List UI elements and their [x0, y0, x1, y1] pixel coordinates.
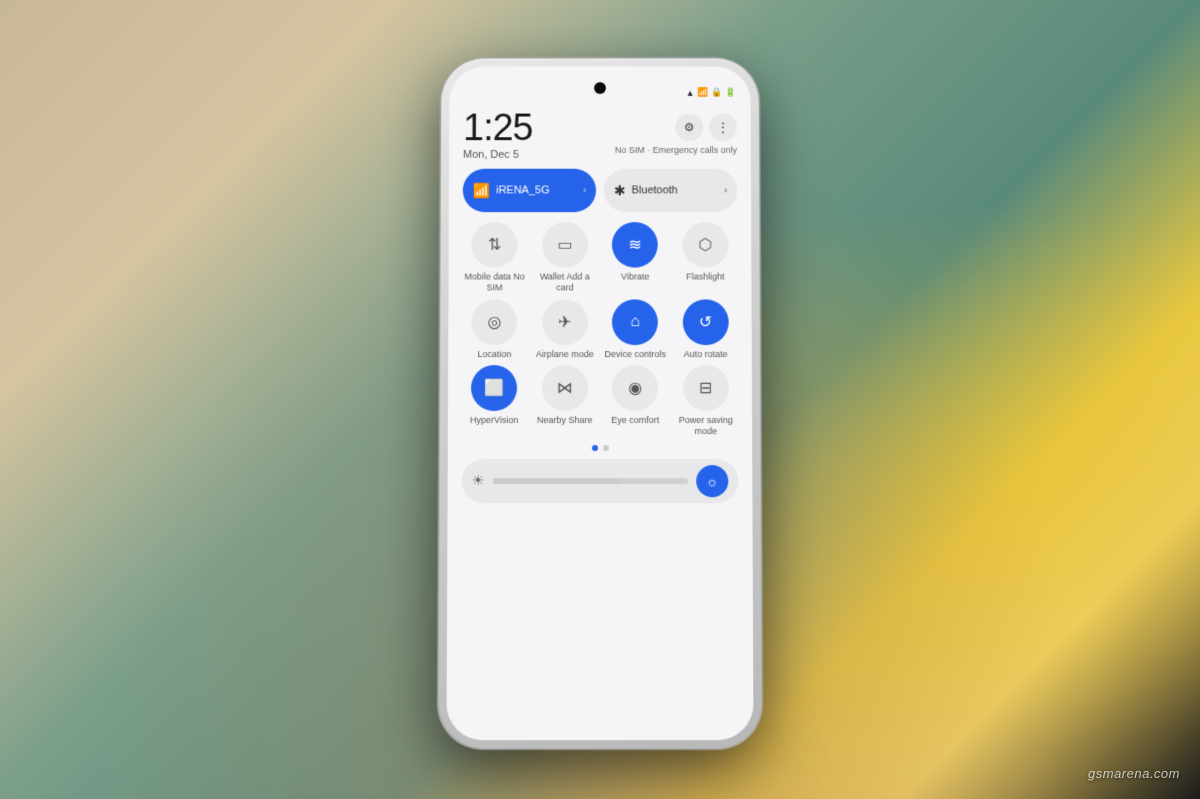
wifi-chevron: › — [583, 184, 586, 195]
tile-icon-eye-comfort: ◉ — [612, 365, 658, 411]
tiles-grid: ⇅ Mobile data No SIM ▭ Wallet Add a card ≋ Vi… — [462, 222, 738, 437]
brightness-track[interactable] — [492, 478, 688, 484]
tile-icon-nearby-share: ⋈ — [542, 365, 588, 411]
tile-airplane[interactable]: ✈ Airplane mode — [533, 298, 597, 359]
bluetooth-chevron: › — [724, 184, 727, 195]
tile-power-saving[interactable]: ⊟ Power saving mode — [673, 365, 738, 437]
tile-label-mobile-data: Mobile data No SIM — [462, 271, 526, 292]
tile-label-auto-rotate: Auto rotate — [684, 348, 728, 359]
phone-screen: ▲ 📶 🔒 🔋 1:25 Mon, Dec 5 ⚙ ⋮ No S — [446, 66, 753, 740]
tile-nearby-share[interactable]: ⋈ Nearby Share — [532, 365, 597, 437]
wifi-label: iRENA_5G — [496, 184, 577, 196]
tile-label-location: Location — [477, 348, 511, 359]
tile-flashlight[interactable]: ⬡ Flashlight — [673, 222, 737, 293]
brightness-auto-button[interactable]: ☼ — [696, 465, 728, 497]
tile-eye-comfort[interactable]: ◉ Eye comfort — [603, 365, 668, 437]
tile-label-hypervision: HyperVision — [470, 415, 518, 426]
more-button[interactable]: ⋮ — [709, 113, 737, 141]
tile-label-flashlight: Flashlight — [686, 271, 724, 282]
settings-button[interactable]: ⚙ — [675, 113, 703, 141]
tile-icon-auto-rotate: ↺ — [683, 298, 729, 344]
page-dots — [462, 445, 738, 451]
signal-status-icon: 📶 — [697, 87, 708, 98]
tile-auto-rotate[interactable]: ↺ Auto rotate — [673, 298, 738, 359]
tile-label-power-saving: Power saving mode — [674, 415, 739, 437]
camera-hole — [594, 82, 606, 94]
tile-label-vibrate: Vibrate — [621, 271, 649, 282]
wifi-status-icon: ▲ — [686, 87, 695, 97]
status-icons: ▲ 📶 🔒 🔋 — [686, 87, 737, 98]
tile-location[interactable]: ◎ Location — [462, 298, 527, 359]
tile-icon-location: ◎ — [471, 298, 517, 344]
tile-icon-airplane: ✈ — [542, 298, 588, 344]
brightness-fill — [492, 478, 619, 484]
lock-status-icon: 🔒 — [712, 87, 723, 98]
quick-settings-panel: 1:25 Mon, Dec 5 ⚙ ⋮ No SIM · Emergency c… — [446, 101, 753, 739]
time-block: 1:25 Mon, Dec 5 — [463, 109, 533, 160]
header-controls: ⚙ ⋮ No SIM · Emergency calls only — [615, 109, 737, 154]
tile-device-controls[interactable]: ⌂ Device controls — [603, 298, 667, 359]
watermark: gsmarena.com — [1088, 766, 1180, 781]
brightness-row[interactable]: ☀ ☼ — [462, 459, 739, 503]
bluetooth-icon: ✱ — [614, 182, 626, 199]
tile-icon-power-saving: ⊟ — [683, 365, 729, 411]
phone-shell: ▲ 📶 🔒 🔋 1:25 Mon, Dec 5 ⚙ ⋮ No S — [438, 58, 761, 748]
battery-status-icon: 🔋 — [726, 87, 737, 98]
bluetooth-label: Bluetooth — [632, 184, 718, 196]
brightness-auto-icon: ☼ — [706, 473, 719, 489]
tile-wallet[interactable]: ▭ Wallet Add a card — [533, 222, 597, 293]
page-dot-1 — [591, 445, 597, 451]
tile-icon-device-controls: ⌂ — [612, 298, 658, 344]
tile-label-device-controls: Device controls — [604, 348, 665, 359]
tile-label-airplane: Airplane mode — [536, 348, 594, 359]
tile-icon-hypervision: ⬜ — [471, 365, 517, 411]
tile-vibrate[interactable]: ≋ Vibrate — [603, 222, 667, 293]
sim-status: No SIM · Emergency calls only — [615, 145, 737, 155]
page-dot-2 — [603, 445, 609, 451]
tile-icon-vibrate: ≋ — [612, 222, 658, 268]
wifi-toggle[interactable]: 📶 iRENA_5G › — [463, 168, 596, 211]
tile-icon-mobile-data: ⇅ — [472, 222, 518, 268]
toggle-row: 📶 iRENA_5G › ✱ Bluetooth › — [463, 168, 737, 211]
tile-icon-wallet: ▭ — [542, 222, 588, 268]
tile-icon-flashlight: ⬡ — [682, 222, 728, 268]
header-buttons: ⚙ ⋮ — [675, 113, 737, 141]
tile-hypervision[interactable]: ⬜ HyperVision — [462, 365, 527, 437]
wifi-icon: 📶 — [473, 182, 490, 199]
bluetooth-toggle[interactable]: ✱ Bluetooth › — [604, 168, 737, 211]
tile-mobile-data[interactable]: ⇅ Mobile data No SIM — [462, 222, 526, 293]
qs-header: 1:25 Mon, Dec 5 ⚙ ⋮ No SIM · Emergency c… — [463, 109, 737, 160]
brightness-low-icon: ☀ — [472, 472, 485, 489]
tile-label-eye-comfort: Eye comfort — [611, 415, 659, 426]
date-display: Mon, Dec 5 — [463, 149, 533, 161]
tile-label-nearby-share: Nearby Share — [537, 415, 593, 426]
time-display: 1:25 — [463, 109, 533, 146]
tile-label-wallet: Wallet Add a card — [533, 271, 597, 292]
